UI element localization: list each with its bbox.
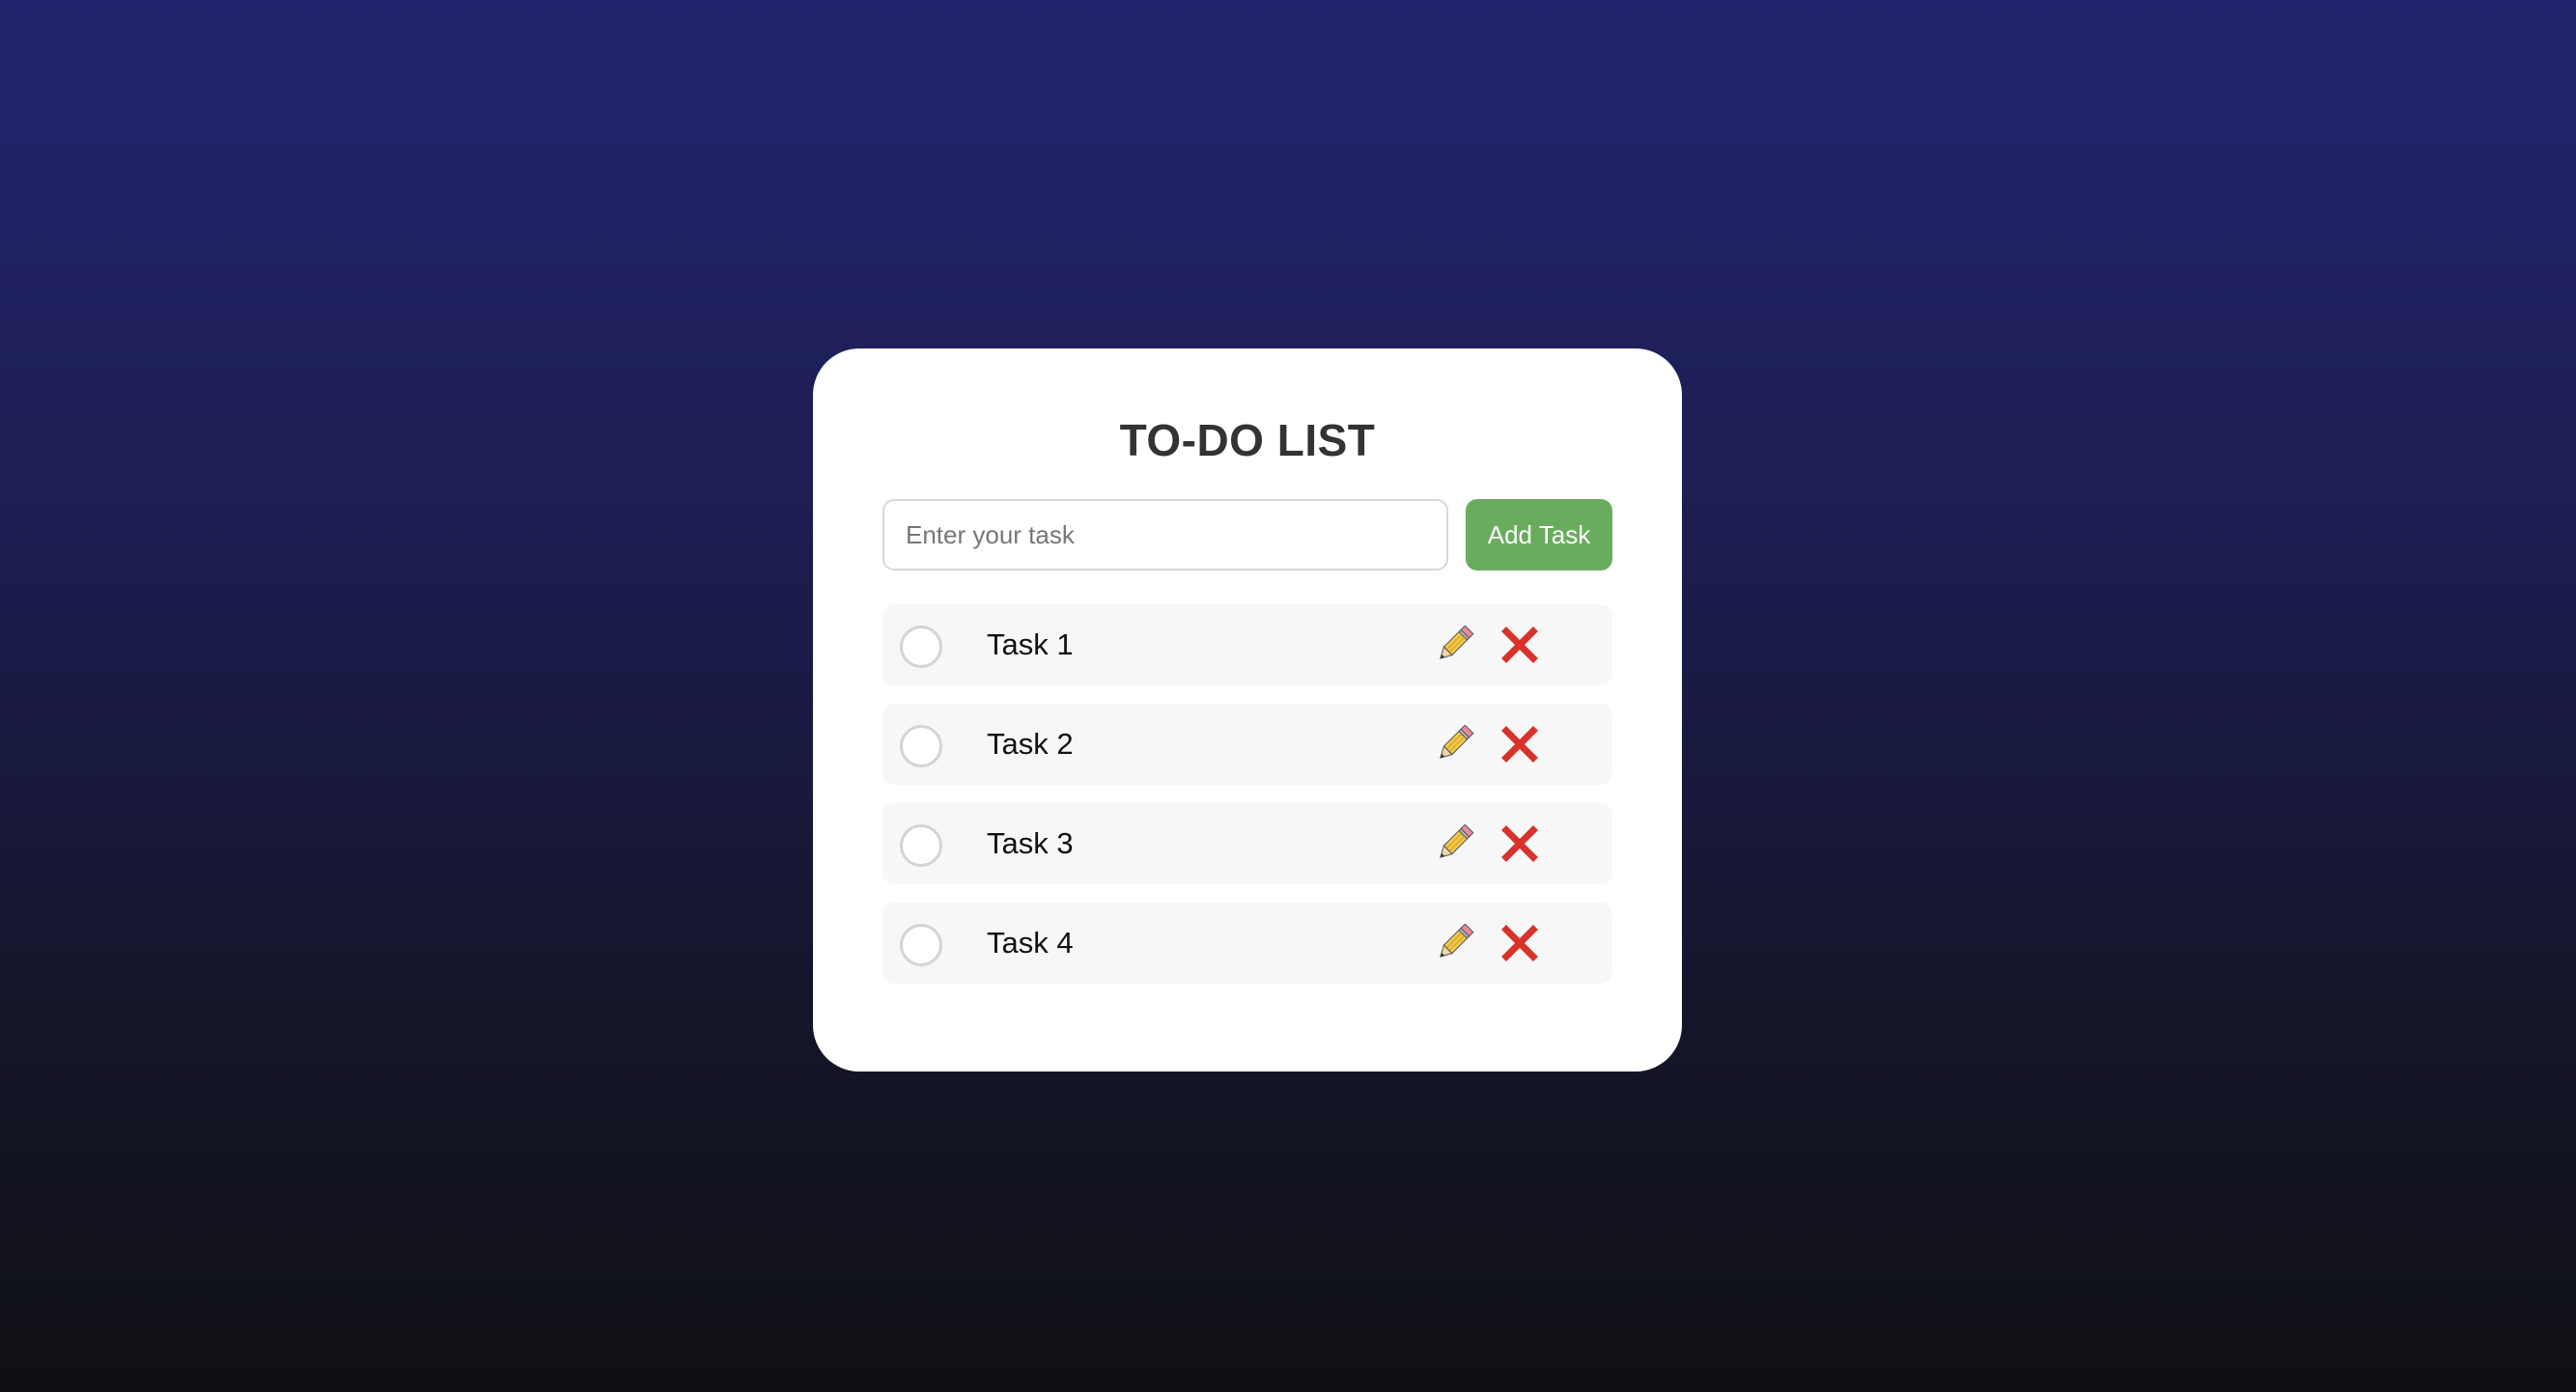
task-list: Task 1 Task 2 Task 3 Task 4 xyxy=(882,604,1612,1002)
cross-icon[interactable] xyxy=(1500,626,1539,664)
pencil-icon[interactable] xyxy=(1433,625,1475,664)
task-item: Task 3 xyxy=(882,803,1612,884)
task-item: Task 2 xyxy=(882,704,1612,785)
task-label: Task 1 xyxy=(987,627,1074,661)
task-input[interactable] xyxy=(882,499,1448,571)
todo-card: TO-DO LIST Add Task Task 1 xyxy=(813,348,1682,1072)
task-complete-checkbox[interactable] xyxy=(900,824,942,867)
cross-icon[interactable] xyxy=(1500,725,1539,764)
task-item: Task 1 xyxy=(882,604,1612,685)
cross-icon[interactable] xyxy=(1500,924,1539,962)
task-complete-checkbox[interactable] xyxy=(900,924,942,966)
cross-icon[interactable] xyxy=(1500,824,1539,863)
pencil-icon[interactable] xyxy=(1433,923,1475,962)
task-complete-checkbox[interactable] xyxy=(900,626,942,668)
task-item: Task 4 xyxy=(882,903,1612,984)
pencil-icon[interactable] xyxy=(1433,724,1475,764)
add-task-row: Add Task xyxy=(882,499,1612,571)
task-label: Task 2 xyxy=(987,727,1074,761)
page-title: TO-DO LIST xyxy=(1119,415,1376,465)
task-complete-checkbox[interactable] xyxy=(900,725,942,767)
add-task-button[interactable]: Add Task xyxy=(1466,499,1612,571)
task-label: Task 3 xyxy=(987,826,1074,860)
pencil-icon[interactable] xyxy=(1433,823,1475,863)
task-label: Task 4 xyxy=(987,926,1074,960)
